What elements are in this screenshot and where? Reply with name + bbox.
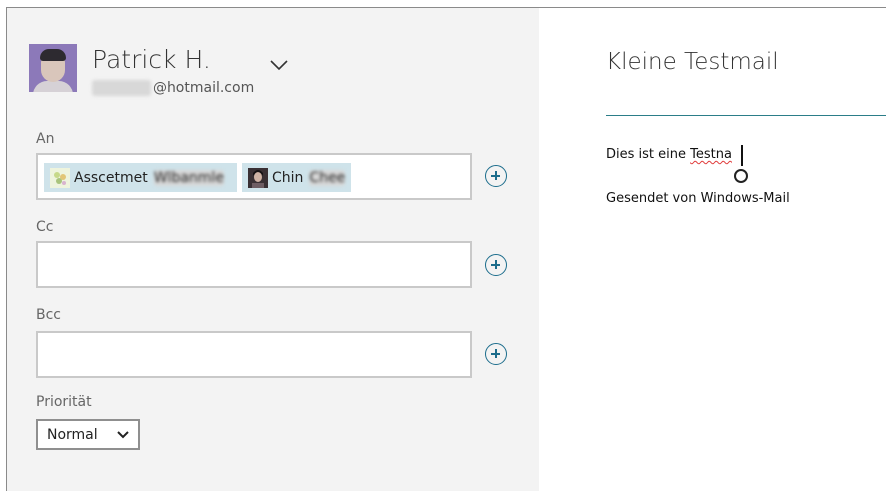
touch-cursor-icon	[734, 169, 748, 183]
account-email: interuno@hotmail.com	[92, 80, 254, 96]
to-label: An	[36, 131, 55, 147]
bcc-field[interactable]	[36, 331, 472, 378]
add-cc-recipient-plus-icon[interactable]	[485, 254, 507, 276]
chevron-down-icon	[117, 431, 129, 439]
flower-avatar-icon	[50, 167, 70, 188]
to-field[interactable]: Asscetmet Wlbanmle Chin Chee	[36, 153, 472, 200]
person-avatar-icon	[248, 167, 268, 188]
priority-label: Priorität	[36, 394, 92, 410]
misspelled-word[interactable]: Testna	[690, 147, 732, 162]
bcc-label: Bcc	[36, 307, 61, 323]
email-domain: @hotmail.com	[152, 80, 255, 96]
recipient-chip-1[interactable]: Asscetmet Wlbanmle	[44, 163, 237, 192]
recipient-chip-2[interactable]: Chin Chee	[242, 163, 351, 192]
signature-line[interactable]: Gesendet von Windows-Mail	[606, 191, 790, 206]
recipient-name: Chin	[272, 169, 304, 186]
email-user-redacted: interuno	[92, 80, 151, 96]
message-pane	[539, 8, 886, 491]
text-caret	[741, 145, 743, 166]
recipient-name: Asscetmet	[74, 169, 148, 186]
subject-field[interactable]: Kleine Testmail	[606, 49, 779, 75]
priority-value: Normal	[47, 427, 98, 443]
subject-divider	[606, 115, 886, 116]
account-chevron-down-icon[interactable]	[269, 58, 289, 72]
add-to-recipient-plus-icon[interactable]	[485, 165, 507, 187]
add-bcc-recipient-plus-icon[interactable]	[485, 343, 507, 365]
recipient-redacted: Chee	[309, 169, 346, 186]
body-text: Dies ist eine	[606, 147, 691, 162]
account-avatar	[29, 44, 77, 92]
cc-label: Cc	[36, 219, 54, 235]
message-body-line[interactable]: Dies ist eine Testna	[606, 147, 732, 162]
cc-field[interactable]	[36, 241, 472, 288]
priority-select[interactable]: Normal	[36, 419, 140, 450]
recipient-redacted: Wlbanmle	[153, 169, 224, 186]
account-name[interactable]: Patrick H.	[92, 45, 211, 74]
